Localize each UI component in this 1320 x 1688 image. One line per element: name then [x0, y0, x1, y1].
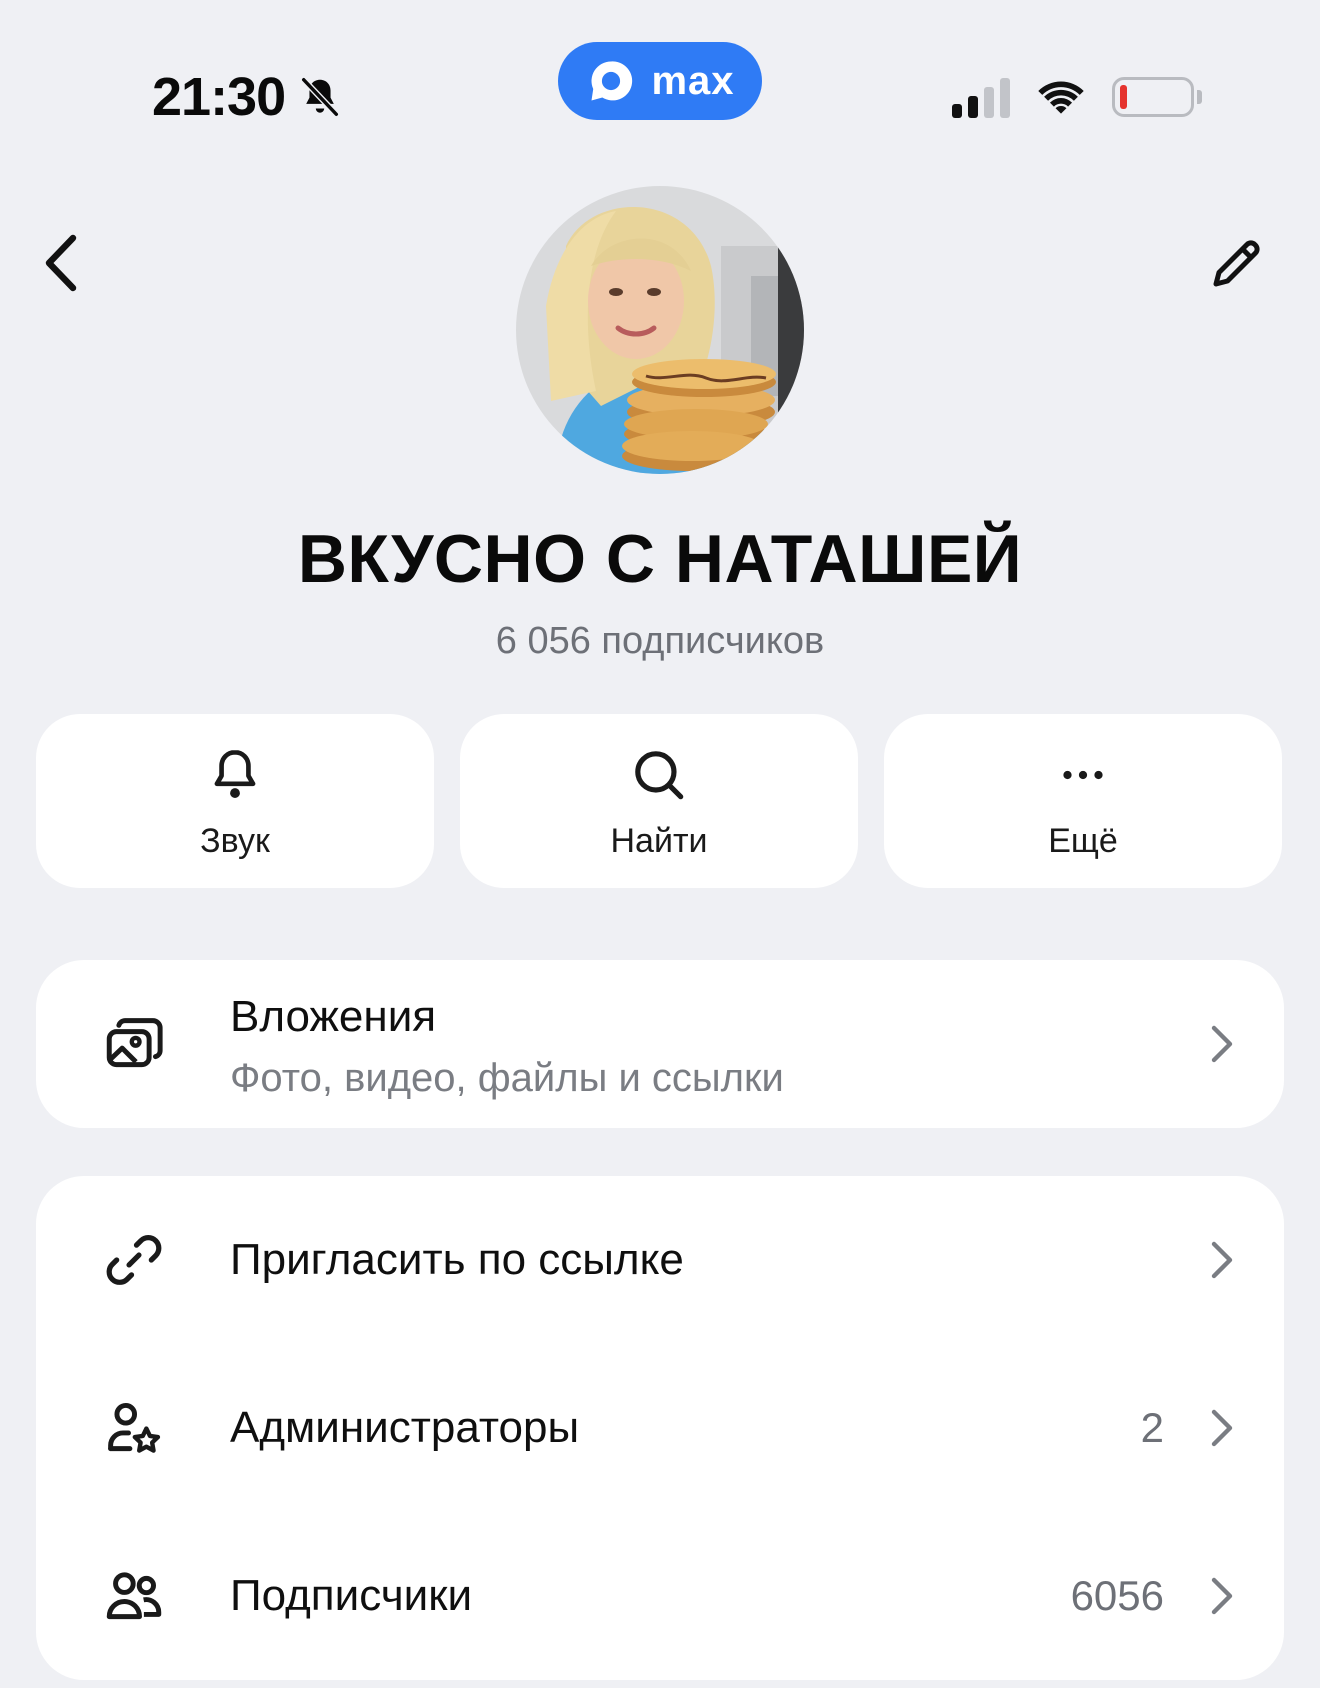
more-button-label: Ещё: [1048, 822, 1118, 860]
muted-bell-icon: [301, 77, 339, 117]
link-icon-wrap: [98, 1224, 170, 1296]
channel-name: ВКУСНО С НАТАШЕЙ: [297, 521, 1023, 597]
chevron-right-icon: [1202, 1236, 1242, 1284]
chevron-right-icon: [1202, 1572, 1242, 1620]
gallery-icon-wrap: [98, 1008, 170, 1080]
status-time-text: 21:30: [152, 67, 286, 127]
avatar-image: [516, 186, 804, 474]
app-badge[interactable]: max: [558, 42, 762, 120]
admins-count: 2: [1140, 1404, 1164, 1451]
status-indicators: [952, 76, 1202, 118]
chevron-left-icon: [45, 234, 77, 292]
attachments-row[interactable]: Вложения Фото, видео, файлы и ссылки: [36, 960, 1284, 1128]
menu-item-admins[interactable]: Администраторы 2: [36, 1344, 1284, 1512]
action-buttons: Звук Найти Ещё: [36, 714, 1282, 888]
menu-item-label: Администраторы: [230, 1403, 579, 1453]
sound-button[interactable]: Звук: [36, 714, 434, 888]
subscribers-icon: [106, 1572, 162, 1620]
sound-button-label: Звук: [200, 822, 270, 860]
attachments-subtitle: Фото, видео, файлы и ссылки: [230, 1056, 784, 1100]
more-button[interactable]: Ещё: [884, 714, 1282, 888]
channel-menu-card: Пригласить по ссылке Администраторы 2 По…: [36, 1176, 1284, 1680]
link-icon: [106, 1235, 162, 1285]
chevron-right-icon: [1202, 1404, 1242, 1452]
menu-item-subscribers[interactable]: Подписчики 6056: [36, 1512, 1284, 1680]
status-time: 21:30: [152, 66, 343, 128]
menu-item-invite-link[interactable]: Пригласить по ссылке: [36, 1176, 1284, 1344]
chevron-right-icon: [1202, 1020, 1242, 1068]
channel-profile-screen: 21:30 max ВКУСНО С НАТАШЕЙ 6 056 подписч…: [0, 0, 1320, 1688]
max-logo-icon: [591, 61, 633, 101]
app-badge-label: max: [651, 58, 735, 103]
menu-item-label: Пригласить по ссылке: [230, 1235, 684, 1285]
admin-icon: [108, 1402, 161, 1453]
subscribers-icon-wrap: [98, 1560, 170, 1632]
bell-icon: [214, 749, 256, 798]
channel-avatar[interactable]: [516, 186, 804, 474]
cellular-signal-icon: [952, 76, 1010, 118]
attachments-text: Вложения Фото, видео, файлы и ссылки: [230, 992, 784, 1101]
battery-level: [1120, 85, 1127, 109]
search-button[interactable]: Найти: [460, 714, 858, 888]
battery-icon: [1112, 77, 1202, 117]
attachments-title: Вложения: [230, 992, 437, 1041]
search-icon: [635, 751, 684, 800]
pencil-icon: [1213, 240, 1260, 287]
edit-button[interactable]: [1204, 232, 1268, 296]
invite-link-label: Пригласить по ссылке: [230, 1235, 684, 1284]
more-icon: [1063, 770, 1103, 780]
subscribers-label: Подписчики: [230, 1571, 473, 1620]
menu-item-label: Подписчики: [230, 1571, 472, 1621]
wifi-icon: [1038, 81, 1084, 114]
attachments-card[interactable]: Вложения Фото, видео, файлы и ссылки: [36, 960, 1284, 1128]
back-button[interactable]: [36, 228, 86, 298]
subscribers-count: 6 056 подписчиков: [495, 620, 825, 662]
subscribers-menu-count: 6056: [1070, 1572, 1164, 1619]
gallery-icon: [106, 1018, 163, 1068]
admins-label: Администраторы: [230, 1403, 580, 1452]
admin-icon-wrap: [98, 1392, 170, 1464]
search-button-label: Найти: [610, 822, 708, 860]
